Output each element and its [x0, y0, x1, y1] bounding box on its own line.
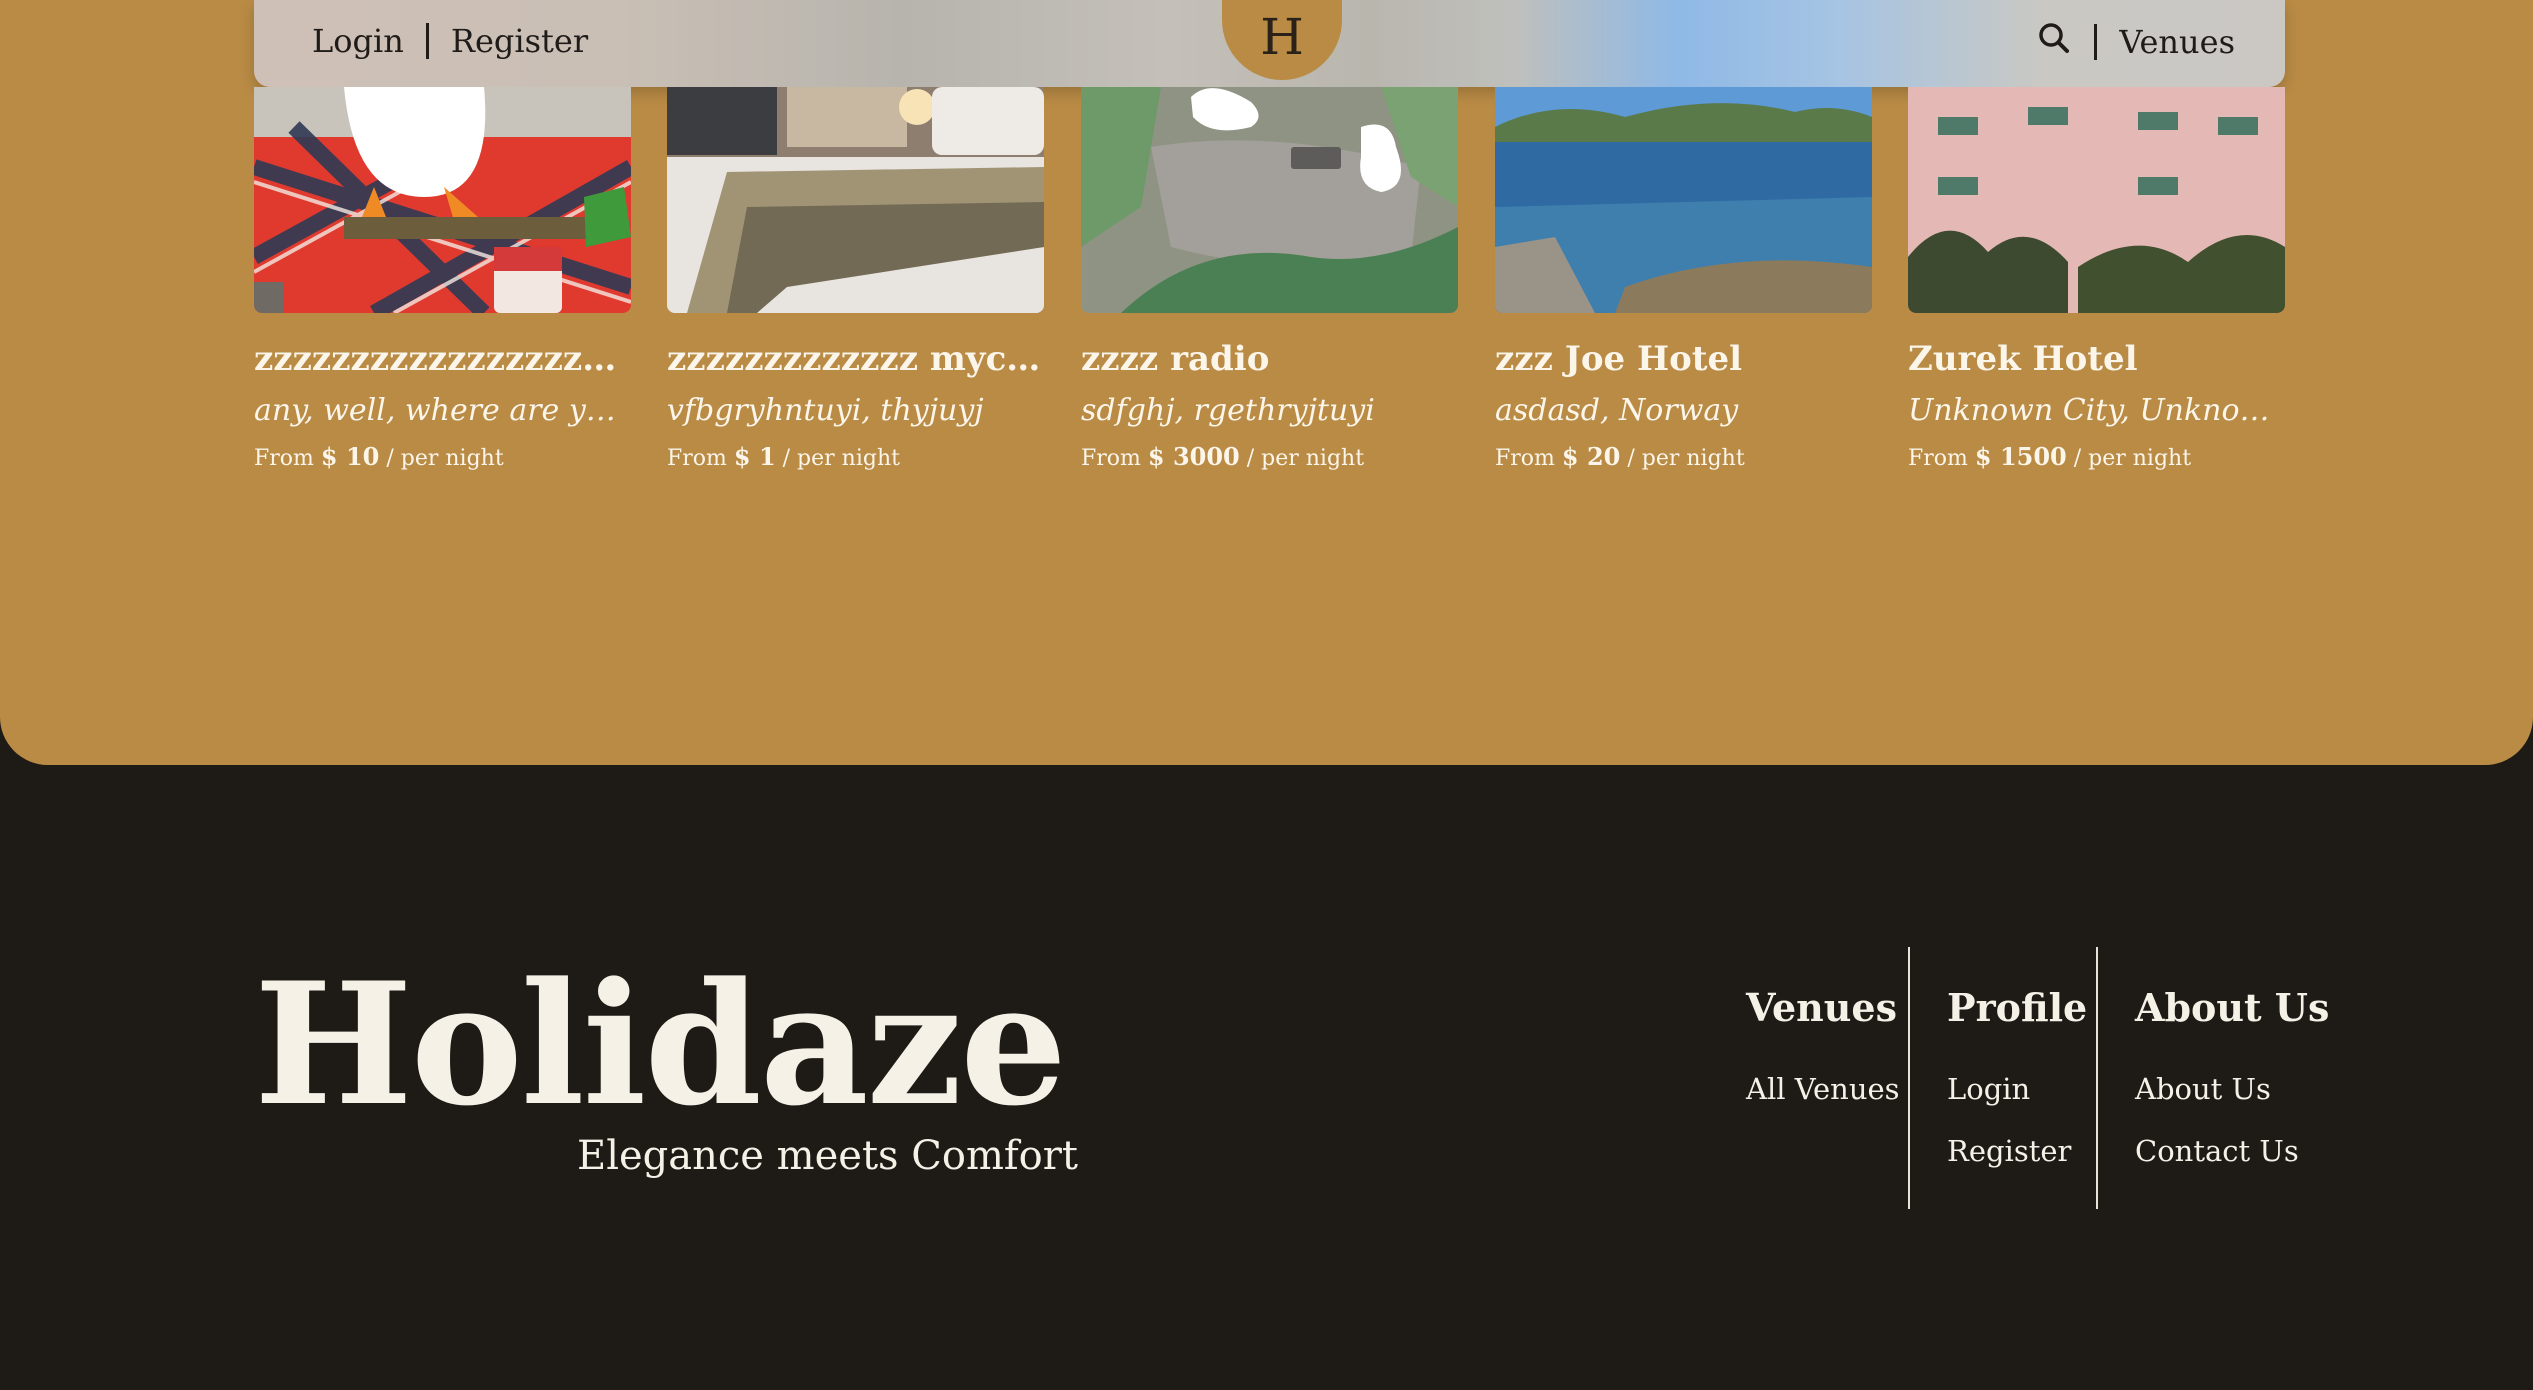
footer-link-all-venues[interactable]: All Venues [1746, 1072, 1900, 1106]
venue-image [667, 87, 1044, 313]
price-prefix: From [254, 446, 314, 471]
venue-title: zzzzzzzzzzzzzzzzzzzzzz ... [254, 339, 631, 379]
price-prefix: From [1908, 446, 1968, 471]
nav-right: Venues [2038, 22, 2235, 62]
venue-location: Unknown City, Unknown Co... [1908, 393, 2285, 428]
venue-price: From $ 1 / per night [667, 442, 1044, 471]
venue-card[interactable]: Zurek Hotel Unknown City, Unknown Co... … [1908, 87, 2285, 471]
venue-image [254, 87, 631, 313]
price-prefix: From [1495, 446, 1555, 471]
footer-heading: Venues [1746, 985, 1897, 1030]
price-value: $ 3000 [1147, 442, 1240, 471]
top-nav: Login Register H Venues [254, 0, 2285, 87]
price-prefix: From [667, 446, 727, 471]
venue-location: sdfghj, rgethryjtuyi [1081, 393, 1375, 428]
footer-column-venues: Venues All Venues [1746, 985, 1900, 1134]
venue-location: asdasd, Norway [1495, 393, 1739, 428]
divider [425, 23, 429, 59]
venue-location: vfbgryhntuyi, thyjuyj [667, 393, 984, 428]
price-suffix: / per night [1246, 446, 1365, 471]
price-value: $ 1500 [1974, 442, 2067, 471]
price-suffix: / per night [2073, 446, 2192, 471]
venue-image [1908, 87, 2285, 313]
price-suffix: / per night [1627, 446, 1745, 471]
venue-card[interactable]: zzzzzzzzzzzzzzzzzzzzzz ... any, well, wh… [254, 87, 631, 471]
venue-card[interactable]: zzz Joe Hotel asdasd, Norway From $ 20 /… [1495, 87, 1872, 471]
venue-card[interactable]: zzzzzzzzzzzzz myceliu... vfbgryhntuyi, t… [667, 87, 1044, 471]
venue-price: From $ 3000 / per night [1081, 442, 1458, 471]
footer-brand: Holidaze [254, 945, 1067, 1143]
login-link[interactable]: Login [312, 22, 404, 60]
venue-price: From $ 20 / per night [1495, 442, 1872, 471]
footer-tagline: Elegance meets Comfort [577, 1133, 1078, 1179]
price-prefix: From [1081, 446, 1141, 471]
footer-divider [2096, 947, 2098, 1209]
footer-link-register[interactable]: Register [1947, 1134, 2087, 1168]
venue-price: From $ 1500 / per night [1908, 442, 2285, 471]
venue-title: Zurek Hotel [1908, 339, 2138, 379]
venue-card[interactable]: zzzz radio sdfghj, rgethryjtuyi From $ 3… [1081, 87, 1458, 471]
price-suffix: / per night [386, 446, 504, 471]
divider [2094, 24, 2098, 60]
venue-location: any, well, where are you now? [254, 393, 631, 428]
footer-link-contact-us[interactable]: Contact Us [2135, 1134, 2329, 1168]
footer-column-about: About Us About Us Contact Us [2135, 985, 2329, 1196]
venue-image [1081, 87, 1458, 313]
venues-link[interactable]: Venues [2119, 23, 2235, 61]
footer-heading: Profile [1947, 985, 2088, 1030]
venue-price: From $ 10 / per night [254, 442, 631, 471]
price-suffix: / per night [782, 446, 900, 471]
venue-title: zzzzzzzzzzzzz myceliu... [667, 339, 1044, 379]
price-value: $ 10 [320, 442, 380, 471]
footer-link-login[interactable]: Login [1947, 1072, 2087, 1106]
venue-title: zzz Joe Hotel [1495, 339, 1743, 379]
logo-letter: H [1260, 8, 1304, 66]
price-value: $ 1 [733, 442, 776, 471]
footer-column-profile: Profile Login Register [1947, 985, 2087, 1196]
footer-divider [1908, 947, 1910, 1209]
register-link[interactable]: Register [451, 22, 588, 60]
price-value: $ 20 [1561, 442, 1621, 471]
venue-title: zzzz radio [1081, 339, 1270, 379]
footer-link-about-us[interactable]: About Us [2135, 1072, 2329, 1106]
venue-image [1495, 87, 1872, 313]
auth-links: Login Register [312, 22, 588, 60]
search-icon[interactable] [2038, 22, 2070, 62]
logo-badge[interactable]: H [1222, 0, 1342, 80]
footer-heading: About Us [2135, 985, 2330, 1030]
